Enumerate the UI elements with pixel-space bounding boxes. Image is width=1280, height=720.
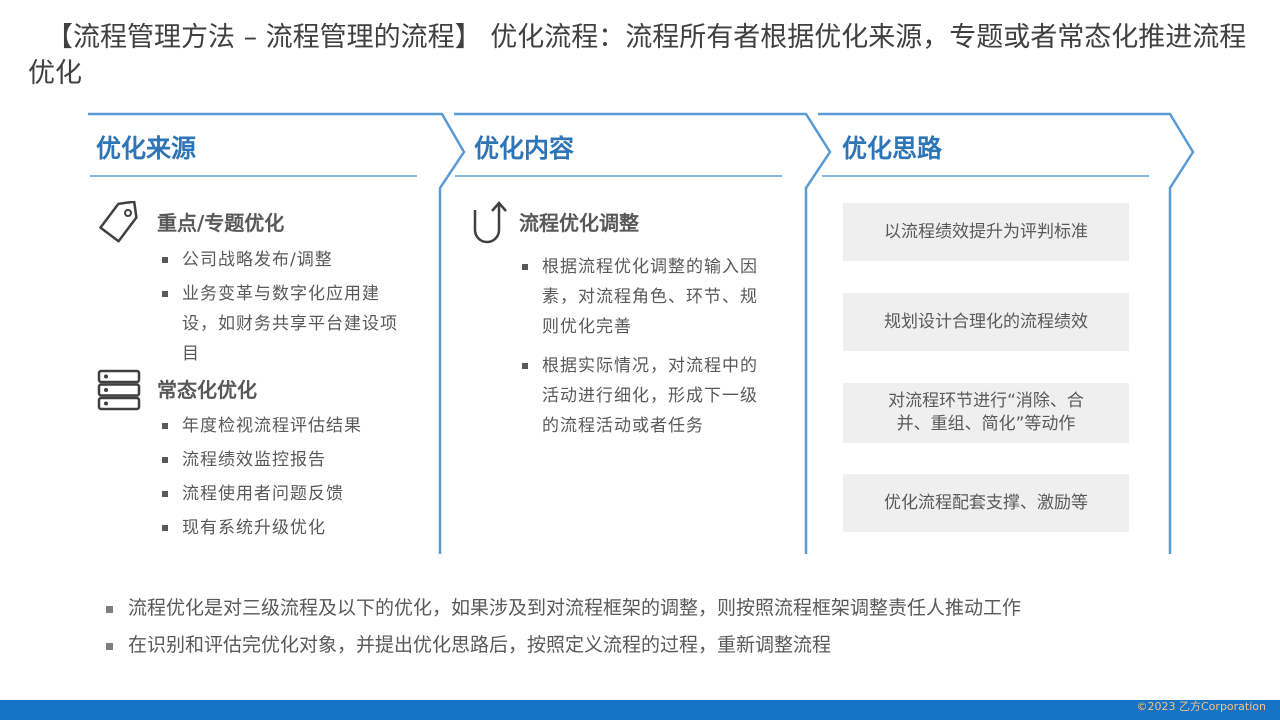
list-item: 业务变革与数字化应用建设，如财务共享平台建设项目 (160, 279, 415, 369)
u-turn-arrow-icon (473, 201, 507, 244)
list-item: 公司战略发布/调整 (160, 245, 415, 275)
list-item: 根据流程优化调整的输入因素，对流程角色、环节、规则优化完善 (520, 252, 775, 342)
content-title: 流程优化调整 (519, 211, 639, 235)
list-item: 年度检视流程评估结果 (160, 411, 415, 441)
content-list: 根据流程优化调整的输入因素，对流程角色、环节、规则优化完善 根据实际情况，对流程… (520, 252, 775, 450)
server-stack-icon (97, 369, 141, 411)
approach-box: 以流程绩效提升为评判标准 (843, 203, 1129, 261)
list-item: 根据实际情况，对流程中的活动进行细化，形成下一级的流程活动或者任务 (520, 351, 775, 441)
approach-box: 优化流程配套支撑、激励等 (843, 474, 1129, 532)
heading-content: 优化内容 (474, 134, 575, 163)
group-title-special: 重点/专题优化 (157, 211, 285, 235)
routine-optimization-list: 年度检视流程评估结果 流程绩效监控报告 流程使用者问题反馈 现有系统升级优化 (160, 411, 415, 547)
copyright: ©2023 乙方Corporation (1136, 700, 1266, 713)
tag-icon (99, 201, 138, 243)
note-item: 流程优化是对三级流程及以下的优化，如果涉及到对流程框架的调整，则按照流程框架调整… (104, 590, 1021, 627)
approach-box: 对流程环节进行“消除、合并、重组、简化”等动作 (843, 383, 1129, 443)
approach-box: 规划设计合理化的流程绩效 (843, 293, 1129, 351)
group-title-routine: 常态化优化 (157, 378, 257, 402)
list-item: 流程使用者问题反馈 (160, 479, 415, 509)
heading-sources: 优化来源 (96, 134, 197, 163)
special-optimization-list: 公司战略发布/调整 业务变革与数字化应用建设，如财务共享平台建设项目 (160, 245, 415, 373)
note-item: 在识别和评估完优化对象，并提出优化思路后，按照定义流程的过程，重新调整流程 (104, 627, 1021, 664)
footer-bar (0, 700, 1280, 720)
list-item: 现有系统升级优化 (160, 513, 415, 543)
heading-approach: 优化思路 (842, 134, 943, 163)
notes-list: 流程优化是对三级流程及以下的优化，如果涉及到对流程框架的调整，则按照流程框架调整… (104, 590, 1021, 664)
list-item: 流程绩效监控报告 (160, 445, 415, 475)
